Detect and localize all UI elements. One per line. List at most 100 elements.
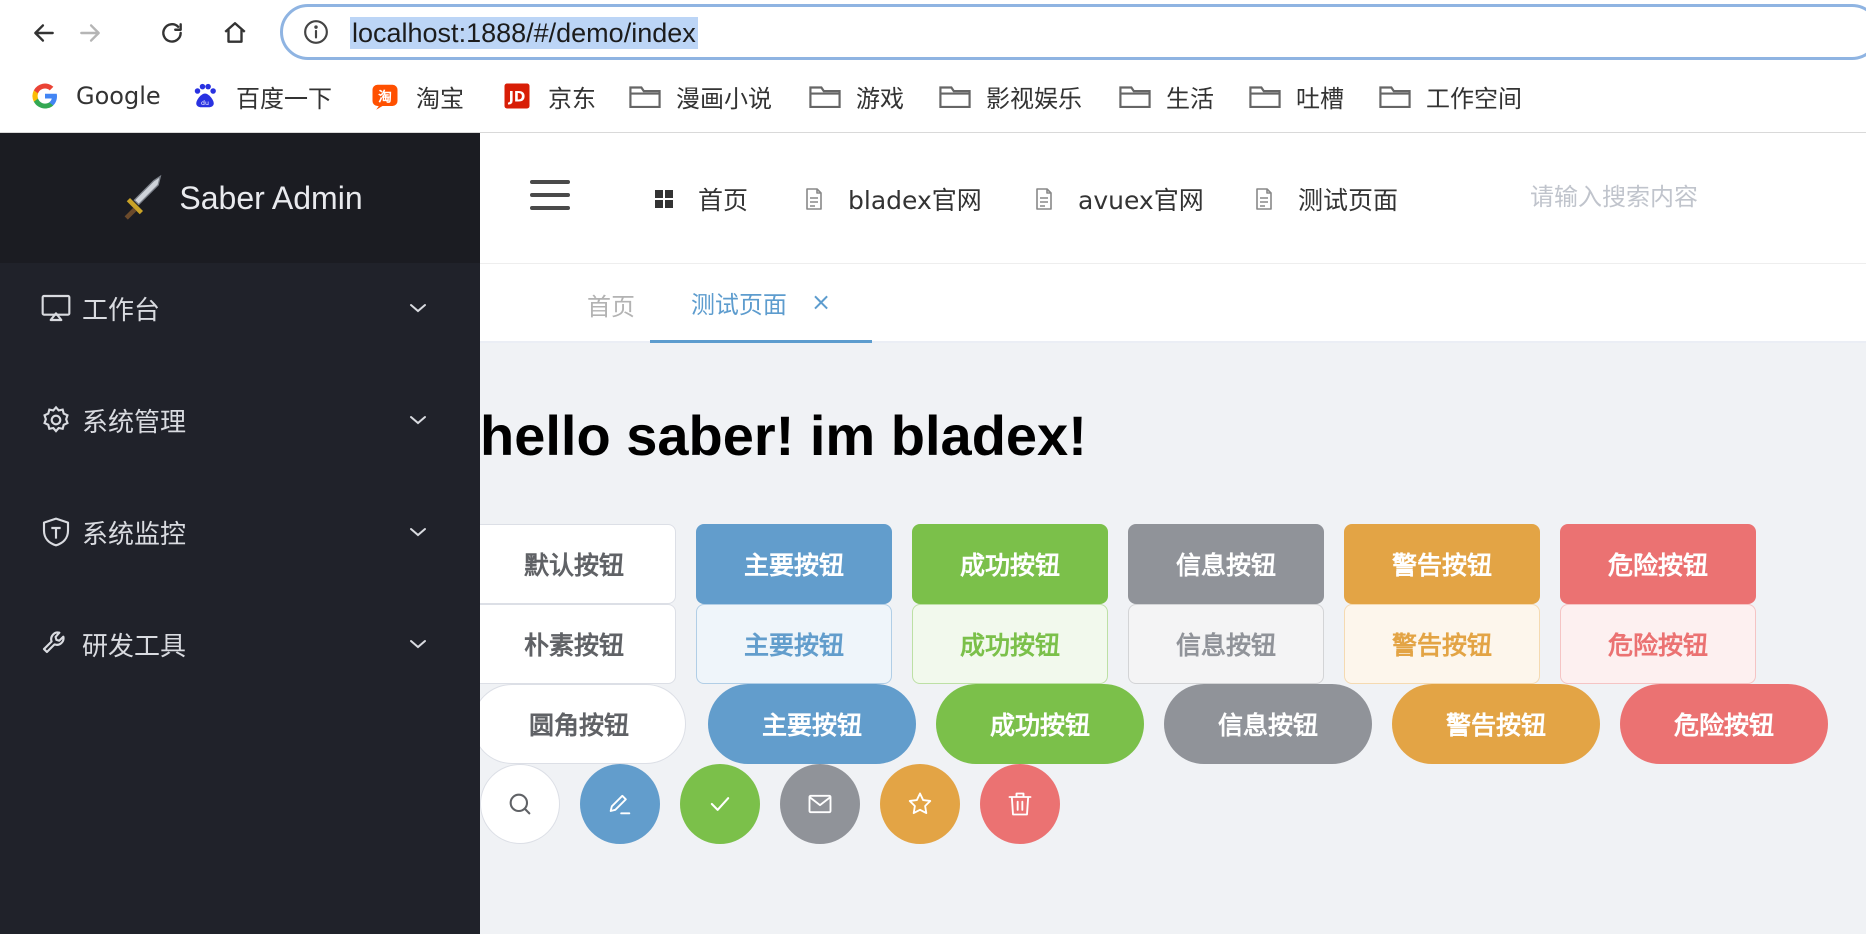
back-button[interactable] xyxy=(24,13,64,53)
document-icon xyxy=(1036,188,1052,210)
home-icon xyxy=(224,22,246,43)
sidebar: Saber Admin 工作台 系统管理 系统监控 研发工具 xyxy=(0,133,480,934)
plain-success-button[interactable]: 成功按钮 xyxy=(912,604,1108,684)
circle-check-button[interactable] xyxy=(680,764,760,844)
grid-icon xyxy=(655,190,673,208)
info-button[interactable]: 信息按钮 xyxy=(1128,524,1324,604)
plain-warning-button[interactable]: 警告按钮 xyxy=(1344,604,1540,684)
top-nav-bladex[interactable]: bladex官网 xyxy=(802,179,982,219)
home-button[interactable] xyxy=(215,13,255,53)
round-warning-button[interactable]: 警告按钮 xyxy=(1392,684,1600,764)
round-success-button[interactable]: 成功按钮 xyxy=(936,684,1144,764)
search-icon xyxy=(509,793,531,815)
sidebar-logo[interactable]: Saber Admin xyxy=(0,133,480,263)
plain-danger-button[interactable]: 危险按钮 xyxy=(1560,604,1756,684)
baidu-icon: du xyxy=(188,79,222,113)
browser-chrome: localhost:1888/#/demo/index Google du 百度… xyxy=(0,0,1866,133)
tab-test-page[interactable]: 测试页面 × xyxy=(650,264,872,344)
hamburger-line xyxy=(530,180,570,184)
bookmark-folder-comics[interactable]: 漫画小说 xyxy=(628,78,772,114)
tags-bar: 首页 测试页面 × xyxy=(480,263,1866,344)
reload-icon xyxy=(162,23,182,43)
bookmark-label: 影视娱乐 xyxy=(986,84,1082,113)
address-bar[interactable]: localhost:1888/#/demo/index xyxy=(280,4,1866,60)
top-nav-home[interactable]: 首页 xyxy=(652,179,748,219)
top-nav-test-page[interactable]: 测试页面 xyxy=(1252,179,1398,219)
default-button[interactable]: 默认按钮 xyxy=(480,524,676,604)
bookmark-label: 游戏 xyxy=(856,84,904,113)
circle-delete-button[interactable] xyxy=(980,764,1060,844)
top-nav-label: 首页 xyxy=(698,186,749,215)
plain-primary-button[interactable]: 主要按钮 xyxy=(696,604,892,684)
close-icon[interactable]: × xyxy=(811,288,831,316)
sidebar-item-label: 研发工具 xyxy=(82,631,187,662)
bookmark-google[interactable]: Google xyxy=(28,78,161,114)
bookmark-folder-life[interactable]: 生活 xyxy=(1118,78,1214,114)
folder-icon xyxy=(938,79,972,113)
round-primary-button[interactable]: 主要按钮 xyxy=(708,684,916,764)
jd-icon: JD xyxy=(500,79,534,113)
delete-icon xyxy=(1008,792,1032,816)
main-content: hello saber! im bladex! 默认按钮 主要按钮 成功按钮 信… xyxy=(480,343,1866,934)
round-info-button[interactable]: 信息按钮 xyxy=(1164,684,1372,764)
folder-icon xyxy=(1118,79,1152,113)
bookmark-label: 生活 xyxy=(1166,84,1214,113)
bookmark-baidu[interactable]: du 百度一下 xyxy=(188,78,332,114)
chevron-down-icon xyxy=(410,304,426,313)
round-button[interactable]: 圆角按钮 xyxy=(480,684,686,764)
svg-text:du: du xyxy=(201,100,209,107)
check-icon xyxy=(710,797,730,811)
info-icon[interactable] xyxy=(303,19,329,45)
bookmarks-bar: Google du 百度一下 淘 淘宝 JD 京东 漫画小说 游戏 影视娱乐 生… xyxy=(0,74,1866,118)
edit-icon xyxy=(609,794,631,815)
bookmark-folder-rant[interactable]: 吐槽 xyxy=(1248,78,1344,114)
folder-icon xyxy=(628,79,662,113)
round-danger-button[interactable]: 危险按钮 xyxy=(1620,684,1828,764)
sidebar-item-label: 工作台 xyxy=(82,295,161,326)
google-icon xyxy=(28,79,62,113)
danger-button[interactable]: 危险按钮 xyxy=(1560,524,1756,604)
search-input[interactable] xyxy=(1530,173,1860,223)
hamburger-line xyxy=(530,193,570,197)
svg-text:JD: JD xyxy=(508,90,526,106)
bookmark-jd[interactable]: JD 京东 xyxy=(500,78,596,114)
sidebar-item-system-monitor[interactable]: 系统监控 xyxy=(0,487,480,577)
top-nav-label: 测试页面 xyxy=(1298,186,1399,215)
circle-edit-button[interactable] xyxy=(580,764,660,844)
url-text[interactable]: localhost:1888/#/demo/index xyxy=(350,17,698,49)
bookmark-folder-games[interactable]: 游戏 xyxy=(808,78,904,114)
sidebar-item-workbench[interactable]: 工作台 xyxy=(0,263,480,353)
circle-message-button[interactable] xyxy=(780,764,860,844)
reload-button[interactable] xyxy=(152,13,192,53)
plain-info-button[interactable]: 信息按钮 xyxy=(1128,604,1324,684)
svg-text:淘: 淘 xyxy=(378,89,392,106)
arrow-left-icon xyxy=(34,24,54,42)
sidebar-item-system-management[interactable]: 系统管理 xyxy=(0,375,480,465)
plain-button[interactable]: 朴素按钮 xyxy=(480,604,676,684)
sidebar-item-dev-tools[interactable]: 研发工具 xyxy=(0,599,480,689)
sidebar-item-label: 系统管理 xyxy=(82,407,187,438)
star-icon xyxy=(908,792,932,815)
folder-icon xyxy=(1378,79,1412,113)
chevron-down-icon xyxy=(410,640,426,649)
top-header: 首页 bladex官网 avuex官网 测试页面 xyxy=(480,133,1866,263)
menu-toggle-button[interactable] xyxy=(530,180,570,216)
chevron-down-icon xyxy=(410,528,426,537)
bookmark-label: 吐槽 xyxy=(1296,84,1344,113)
circle-search-button[interactable] xyxy=(480,764,560,844)
folder-icon xyxy=(808,79,842,113)
bookmark-folder-entertainment[interactable]: 影视娱乐 xyxy=(938,78,1082,114)
circle-star-button[interactable] xyxy=(880,764,960,844)
bookmark-label: 京东 xyxy=(548,84,596,113)
bookmark-folder-workspace[interactable]: 工作空间 xyxy=(1378,78,1522,114)
bookmark-taobao[interactable]: 淘 淘宝 xyxy=(368,78,464,114)
forward-button[interactable] xyxy=(70,13,110,53)
primary-button[interactable]: 主要按钮 xyxy=(696,524,892,604)
sword-icon xyxy=(124,174,162,220)
success-button[interactable]: 成功按钮 xyxy=(912,524,1108,604)
warning-button[interactable]: 警告按钮 xyxy=(1344,524,1540,604)
tab-label: 测试页面 xyxy=(690,290,787,319)
monitor-icon xyxy=(41,294,71,322)
top-nav-avuex[interactable]: avuex官网 xyxy=(1032,179,1204,219)
chevron-down-icon xyxy=(410,416,426,425)
